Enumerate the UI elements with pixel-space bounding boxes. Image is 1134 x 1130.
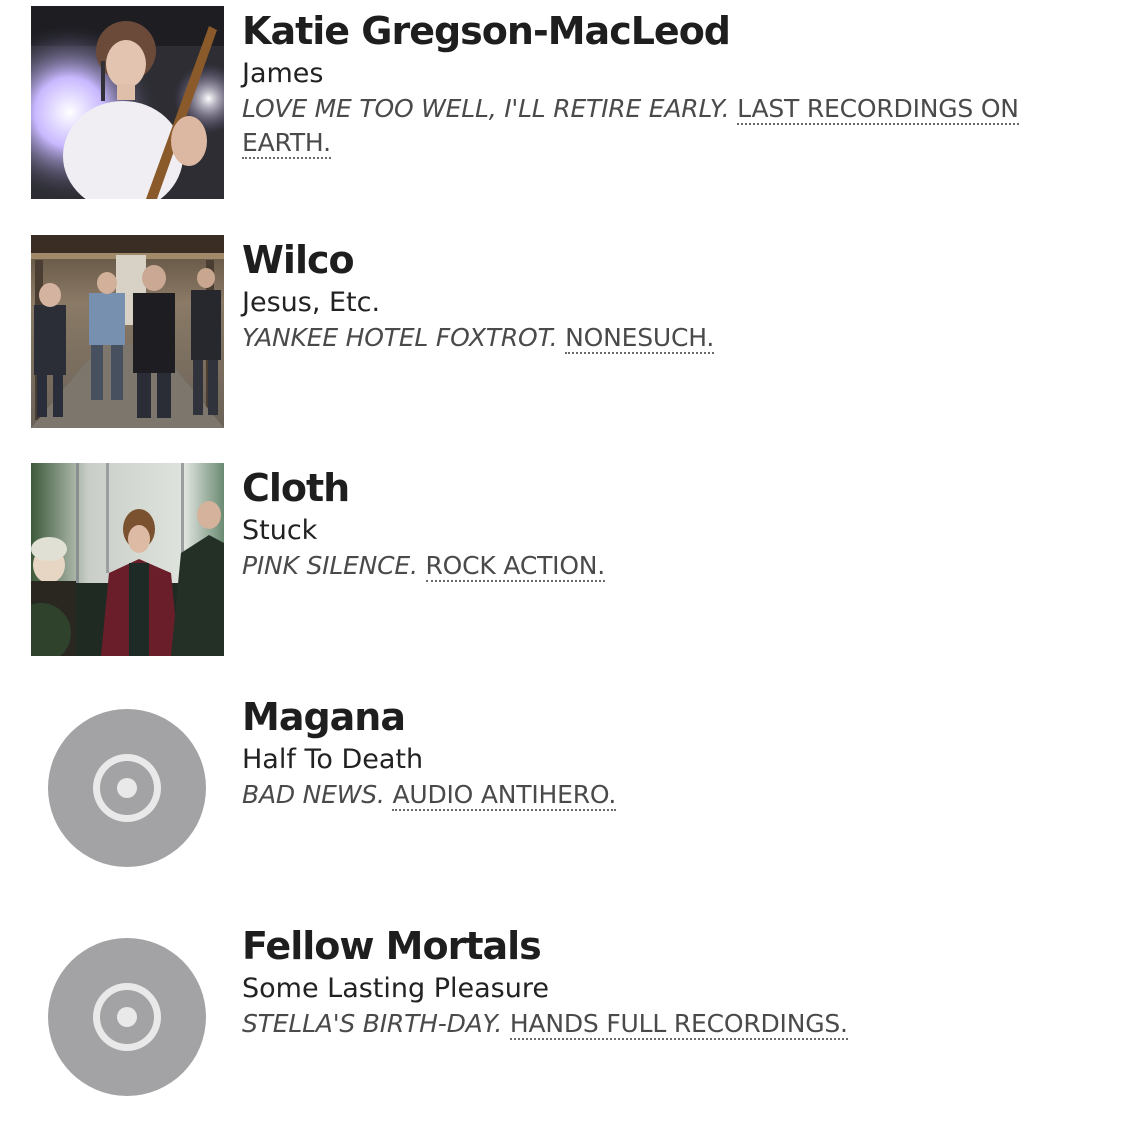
record-label-link[interactable]: NONESUCH. [565, 323, 714, 354]
track-info: Katie Gregson-MacLeod James LOVE ME TOO … [242, 6, 1102, 160]
track-title: James [242, 58, 324, 89]
track-title: Jesus, Etc. [242, 287, 381, 318]
track-info: Fellow Mortals Some Lasting Pleasure STE… [242, 921, 1102, 1041]
album-name: PINK SILENCE. [242, 551, 418, 580]
release-info: BAD NEWS. AUDIO ANTIHERO. [242, 778, 1102, 812]
track-info: Magana Half To Death BAD NEWS. AUDIO ANT… [242, 692, 1102, 812]
artist-name: Fellow Mortals [242, 924, 542, 968]
record-label-link[interactable]: ROCK ACTION. [425, 551, 605, 582]
release-info: LOVE ME TOO WELL, I'LL RETIRE EARLY. LAS… [242, 92, 1102, 160]
artist-name: Katie Gregson-MacLeod [242, 9, 731, 53]
track-info: Cloth Stuck PINK SILENCE. ROCK ACTION. [242, 463, 1102, 583]
album-name: YANKEE HOTEL FOXTROT. [242, 323, 558, 352]
release-info: PINK SILENCE. ROCK ACTION. [242, 549, 1102, 583]
artist-photo[interactable] [31, 6, 224, 199]
track-title: Half To Death [242, 744, 424, 775]
track-info: Wilco Jesus, Etc. YANKEE HOTEL FOXTROT. … [242, 235, 1102, 355]
track-title: Stuck [242, 515, 318, 546]
release-info: YANKEE HOTEL FOXTROT. NONESUCH. [242, 321, 1102, 355]
record-label-link[interactable]: AUDIO ANTIHERO. [392, 780, 616, 811]
artist-name: Wilco [242, 238, 355, 282]
album-name: BAD NEWS. [242, 780, 385, 809]
disc-placeholder-icon[interactable] [31, 692, 224, 885]
track-title: Some Lasting Pleasure [242, 973, 549, 1004]
release-info: STELLA'S BIRTH-DAY. HANDS FULL RECORDING… [242, 1007, 1102, 1041]
artist-name: Magana [242, 695, 406, 739]
artist-name: Cloth [242, 466, 350, 510]
album-name: LOVE ME TOO WELL, I'LL RETIRE EARLY. [242, 94, 730, 123]
track-item[interactable]: Katie Gregson-MacLeod James LOVE ME TOO … [31, 6, 1111, 200]
artist-photo[interactable] [31, 235, 224, 428]
track-item[interactable]: Wilco Jesus, Etc. YANKEE HOTEL FOXTROT. … [31, 235, 1111, 429]
track-item[interactable]: Cloth Stuck PINK SILENCE. ROCK ACTION. [31, 463, 1111, 657]
track-list: Katie Gregson-MacLeod James LOVE ME TOO … [0, 0, 1134, 1130]
track-item[interactable]: Magana Half To Death BAD NEWS. AUDIO ANT… [31, 692, 1111, 886]
disc-placeholder-icon[interactable] [31, 921, 224, 1114]
album-name: STELLA'S BIRTH-DAY. [242, 1009, 503, 1038]
artist-photo[interactable] [31, 463, 224, 656]
track-item[interactable]: Fellow Mortals Some Lasting Pleasure STE… [31, 921, 1111, 1115]
record-label-link[interactable]: HANDS FULL RECORDINGS. [509, 1009, 848, 1040]
